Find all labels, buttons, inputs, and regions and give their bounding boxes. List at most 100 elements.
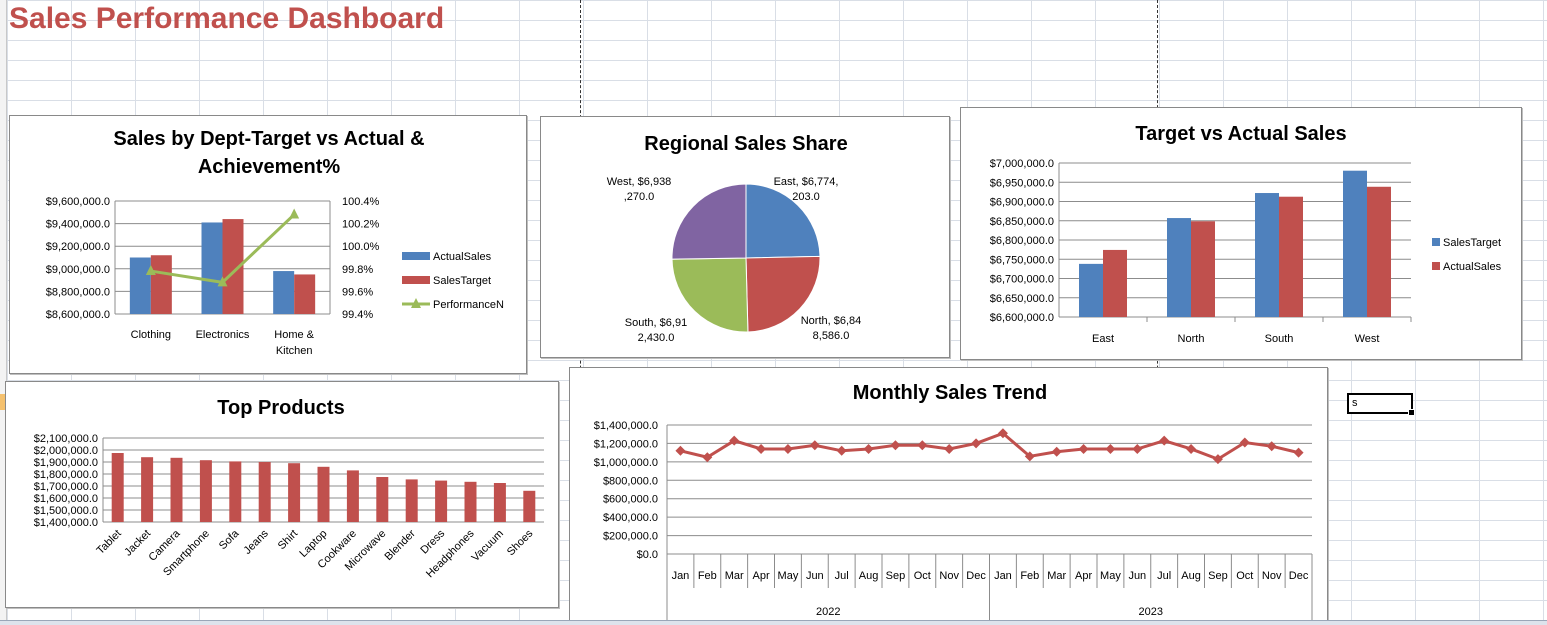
point-marker: [1078, 443, 1089, 454]
active-cell-value: s: [1352, 397, 1358, 409]
bar: [1343, 170, 1367, 317]
bar: [129, 257, 151, 314]
dept-sales-chart[interactable]: Sales by Dept-Target vs Actual & Achievem…: [9, 115, 527, 374]
legend-label: ActualSales: [433, 251, 492, 263]
y-tick-label: $400,000.0: [603, 512, 658, 524]
x-tick-label: Jun: [1128, 570, 1146, 582]
monthly-trend-chart-plot: Monthly Sales Trend $1,400,000.0 $1,200,00…: [594, 382, 1313, 623]
x-tick-label: Feb: [1020, 570, 1039, 582]
y-tick-label: $6,750,000.0: [990, 254, 1054, 266]
x-tick-label: Dec: [1289, 570, 1309, 582]
active-cell[interactable]: s: [1347, 393, 1415, 416]
legend-swatch: [1432, 262, 1440, 270]
pie-slice: [671, 183, 747, 260]
point-marker: [782, 443, 793, 454]
bar: [273, 271, 295, 314]
x-tick-label: Tablet: [95, 528, 124, 557]
y-tick-label: $6,900,000.0: [990, 197, 1054, 209]
slice-label: ,270.0: [624, 191, 655, 203]
bar: [229, 461, 242, 522]
top-products-chart[interactable]: Top Products $2,100,000.0 $2,000,000.0 $1,9…: [5, 381, 559, 608]
x-tick-label: Vacuum: [470, 528, 506, 564]
legend-label: ActualSales: [1443, 261, 1502, 273]
y-tick-label: $8,800,000.0: [46, 286, 110, 298]
bar: [1079, 263, 1103, 317]
point-marker: [1051, 446, 1062, 457]
bar: [199, 460, 212, 522]
x-tick-label: Jan: [672, 570, 690, 582]
y2-tick-label: 100.2%: [342, 219, 380, 231]
y-tick-label: $6,950,000.0: [990, 177, 1054, 189]
y-tick-label: $1,500,000.0: [34, 505, 98, 517]
x-tick-label: Dec: [966, 570, 986, 582]
x-tick-label: Feb: [698, 570, 717, 582]
chart-title: Target vs Actual Sales: [1135, 123, 1346, 145]
y-tick-label: $8,600,000.0: [46, 309, 110, 321]
regional-share-chart[interactable]: Regional Sales Share East, $6,774, 203.0 No…: [540, 116, 950, 358]
slice-label: West, $6,938: [607, 176, 672, 188]
y-tick-label: $2,000,000.0: [34, 445, 98, 457]
x-tick-label: May: [1100, 570, 1121, 582]
year-label: 2023: [1139, 606, 1163, 618]
y2-tick-label: 100.4%: [342, 196, 380, 208]
x-tick-label: Sep: [886, 570, 906, 582]
point-marker: [836, 445, 847, 456]
legend-swatch: [402, 276, 430, 284]
sheet-tabs-bar: [0, 620, 1547, 625]
legend-label: SalesTarget: [1443, 237, 1501, 249]
bar: [405, 479, 418, 522]
x-tick-label: May: [778, 570, 799, 582]
x-tick-label: Mar: [1047, 570, 1066, 582]
chart-title: Monthly Sales Trend: [853, 382, 1047, 404]
fill-handle[interactable]: [1408, 409, 1415, 416]
y2-tick-label: 99.6%: [342, 286, 373, 298]
x-tick-label: Jun: [806, 570, 824, 582]
bar: [376, 477, 389, 522]
bar: [288, 463, 301, 522]
point-marker: [675, 445, 686, 456]
legend-label: PerformanceN: [433, 299, 504, 311]
x-tick-label: Shirt: [276, 528, 300, 552]
monthly-trend-chart[interactable]: Monthly Sales Trend $1,400,000.0 $1,200,00…: [569, 367, 1328, 624]
x-tick-label: Oct: [1236, 570, 1253, 582]
y-tick-label: $7,000,000.0: [990, 158, 1054, 170]
x-tick-label: East: [1092, 333, 1114, 345]
dept-sales-chart-plot: Sales by Dept-Target vs Actual & Achievem…: [46, 128, 504, 357]
y-tick-label: $6,800,000.0: [990, 235, 1054, 247]
x-tick-label: Jan: [994, 570, 1012, 582]
point-marker: [863, 443, 874, 454]
point-marker: [1132, 443, 1143, 454]
y-tick-label: $1,900,000.0: [34, 457, 98, 469]
bar: [346, 470, 359, 522]
y-tick-label: $1,700,000.0: [34, 481, 98, 493]
y2-tick-label: 99.8%: [342, 264, 373, 276]
y-tick-label: $1,400,000.0: [594, 420, 658, 432]
dashboard-title: Sales Performance Dashboard: [9, 2, 445, 35]
x-tick-label: North: [1178, 333, 1205, 345]
bar: [1279, 196, 1303, 317]
x-tick-label: Jeans: [242, 527, 272, 557]
bar: [464, 481, 477, 522]
bar: [201, 222, 223, 314]
regional-share-chart-plot: Regional Sales Share East, $6,774, 203.0 No…: [607, 133, 862, 344]
bar: [1191, 221, 1215, 317]
bar: [435, 480, 448, 522]
point-marker: [1266, 441, 1277, 452]
y-tick-label: $6,650,000.0: [990, 293, 1054, 305]
bar: [258, 462, 271, 522]
slice-label: 2,430.0: [638, 332, 675, 344]
x-tick-label: Apr: [753, 570, 770, 582]
point-marker: [1186, 443, 1197, 454]
slice-label: 203.0: [792, 191, 820, 203]
point-marker: [756, 443, 767, 454]
point-marker: [1293, 447, 1304, 458]
bar: [141, 457, 154, 522]
y-tick-label: $6,600,000.0: [990, 312, 1054, 324]
bar: [1255, 193, 1279, 317]
y-tick-label: $600,000.0: [603, 494, 658, 506]
bar: [317, 466, 330, 522]
x-tick-label: Shoes: [505, 527, 536, 558]
bar: [523, 490, 536, 522]
target-vs-actual-chart[interactable]: Target vs Actual Sales $7,000,000.0 $6,950…: [960, 107, 1522, 360]
x-tick-label: Oct: [914, 570, 931, 582]
